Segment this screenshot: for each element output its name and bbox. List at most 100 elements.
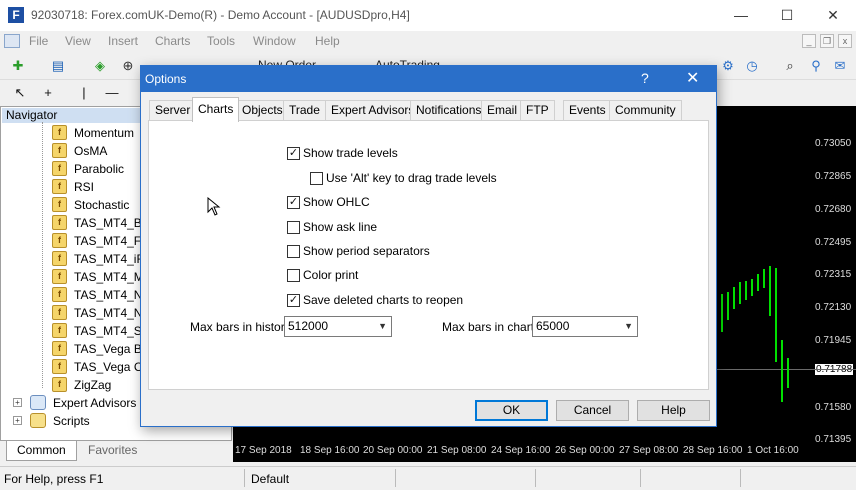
expert-advisors-folder-icon xyxy=(30,395,46,410)
menu-file[interactable]: File xyxy=(29,34,48,48)
max-bars-chart-select[interactable]: 65000 ▼ xyxy=(532,316,638,337)
clock-icon[interactable]: ◷ xyxy=(742,56,762,76)
magnifier-icon[interactable]: ⚲ xyxy=(806,56,826,76)
navigator-item-label: RSI xyxy=(74,180,95,194)
menu-charts[interactable]: Charts xyxy=(155,34,190,48)
title-bar: F 92030718: Forex.comUK-Demo(R) - Demo A… xyxy=(0,0,856,31)
tab-server[interactable]: Server xyxy=(149,100,197,121)
checkbox-save-deleted-charts[interactable]: ✓ xyxy=(287,294,300,307)
horizontal-line-icon[interactable]: — xyxy=(102,83,122,103)
scripts-folder-icon xyxy=(30,413,46,428)
time-label: 24 Sep 16:00 xyxy=(491,445,551,456)
max-bars-history-select[interactable]: 512000 ▼ xyxy=(284,316,392,337)
tab-events[interactable]: Events xyxy=(563,100,612,121)
price-label: 0.71395 xyxy=(815,434,852,445)
price-label: 0.72495 xyxy=(815,237,852,248)
navigator-tabs: Common Favorites xyxy=(0,440,232,462)
tab-objects[interactable]: Objects xyxy=(236,100,289,121)
market-watch-icon[interactable]: ◈ xyxy=(90,56,110,76)
status-separator xyxy=(395,469,396,487)
maximize-button[interactable]: ☐ xyxy=(764,0,810,31)
candle xyxy=(763,269,765,288)
help-button[interactable]: Help xyxy=(637,400,710,421)
indicator-icon: f xyxy=(52,323,67,338)
navigator-item-label: TAS_Vega Ca xyxy=(74,360,150,374)
expand-icon[interactable]: + xyxy=(13,398,22,407)
indicator-icon: f xyxy=(52,287,67,302)
navigator-item-label: TAS_MT4_Fl xyxy=(74,234,144,248)
tab-favorites[interactable]: Favorites xyxy=(78,441,147,461)
minimize-button[interactable]: — xyxy=(718,0,764,31)
profiles-icon[interactable]: ▤ xyxy=(48,56,68,76)
checkbox-show-ohlc[interactable]: ✓ xyxy=(287,196,300,209)
menu-help[interactable]: Help xyxy=(315,34,340,48)
menu-view[interactable]: View xyxy=(65,34,91,48)
candle xyxy=(739,282,741,304)
vertical-line-icon[interactable]: | xyxy=(74,83,94,103)
chevron-down-icon: ▼ xyxy=(378,321,387,331)
tab-common[interactable]: Common xyxy=(6,441,77,461)
chat-icon[interactable]: ✉ xyxy=(830,56,850,76)
close-button[interactable]: ✕ xyxy=(810,0,856,31)
candle xyxy=(781,340,783,402)
status-help-text: For Help, press F1 xyxy=(4,472,104,486)
label-color-print: Color print xyxy=(303,268,359,282)
price-label: 0.72130 xyxy=(815,302,852,313)
mdi-restore-button[interactable]: ❐ xyxy=(820,34,834,48)
tab-trade[interactable]: Trade xyxy=(283,100,326,121)
navigator-item-label: OsMA xyxy=(74,144,108,158)
price-label: 0.72680 xyxy=(815,204,852,215)
checkbox-show-trade-levels[interactable]: ✓ xyxy=(287,147,300,160)
mdi-document-icon[interactable] xyxy=(4,34,20,48)
candle xyxy=(751,279,753,296)
indicator-icon: f xyxy=(52,179,67,194)
candle xyxy=(733,287,735,309)
checkbox-color-print[interactable] xyxy=(287,269,300,282)
search-icon[interactable]: ⌕ xyxy=(780,56,800,76)
cancel-button[interactable]: Cancel xyxy=(556,400,629,421)
max-bars-chart-label: Max bars in chart: xyxy=(442,320,538,334)
checkbox-show-period-separators[interactable] xyxy=(287,245,300,258)
crosshair-toolbar-icon[interactable]: ⊕ xyxy=(118,56,138,76)
indicator-icon: f xyxy=(52,161,67,176)
tab-ftp[interactable]: FTP xyxy=(520,100,555,121)
tab-expert-advisors[interactable]: Expert Advisors xyxy=(325,100,421,121)
indicator-icon: f xyxy=(52,269,67,284)
dialog-close-icon[interactable]: ✕ xyxy=(686,68,699,88)
candle xyxy=(727,292,729,320)
mdi-close-button[interactable]: x xyxy=(838,34,852,48)
tab-charts[interactable]: Charts xyxy=(192,97,240,122)
time-label: 28 Sep 16:00 xyxy=(683,445,743,456)
time-label: 26 Sep 00:00 xyxy=(555,445,615,456)
time-label: 18 Sep 16:00 xyxy=(300,445,360,456)
menu-window[interactable]: Window xyxy=(253,34,296,48)
menu-tools[interactable]: Tools xyxy=(207,34,235,48)
indicator-icon: f xyxy=(52,143,67,158)
navigator-item-label: TAS_MT4_iR xyxy=(74,252,146,266)
price-label: 0.72865 xyxy=(815,171,852,182)
status-profile: Default xyxy=(251,472,290,486)
checkbox-use-alt-key[interactable] xyxy=(310,172,323,185)
indicator-icon: f xyxy=(52,341,67,356)
tab-notifications[interactable]: Notifications xyxy=(410,100,488,121)
tab-community[interactable]: Community xyxy=(609,100,682,121)
new-chart-icon[interactable]: ✚ xyxy=(8,56,28,76)
mdi-minimize-button[interactable]: _ xyxy=(802,34,816,48)
checkbox-show-ask-line[interactable] xyxy=(287,221,300,234)
tab-email[interactable]: Email xyxy=(481,100,524,121)
price-label: 0.71580 xyxy=(815,402,852,413)
label-save-deleted-charts: Save deleted charts to reopen xyxy=(303,293,464,307)
dialog-help-icon[interactable]: ? xyxy=(641,70,649,86)
candle xyxy=(769,266,771,316)
cursor-icon[interactable]: ↖ xyxy=(10,83,30,103)
dialog-title: Options xyxy=(145,72,187,86)
expand-icon[interactable]: + xyxy=(13,416,22,425)
expert-icon[interactable]: ⚙ xyxy=(718,56,738,76)
menu-insert[interactable]: Insert xyxy=(108,34,138,48)
status-bar: For Help, press F1 Default xyxy=(0,466,856,490)
ok-button[interactable]: OK xyxy=(475,400,548,421)
candle xyxy=(757,274,759,291)
price-label: 0.73050 xyxy=(815,138,852,149)
navigator-item-label: Parabolic xyxy=(74,162,125,176)
crosshair-icon[interactable]: + xyxy=(38,83,58,103)
